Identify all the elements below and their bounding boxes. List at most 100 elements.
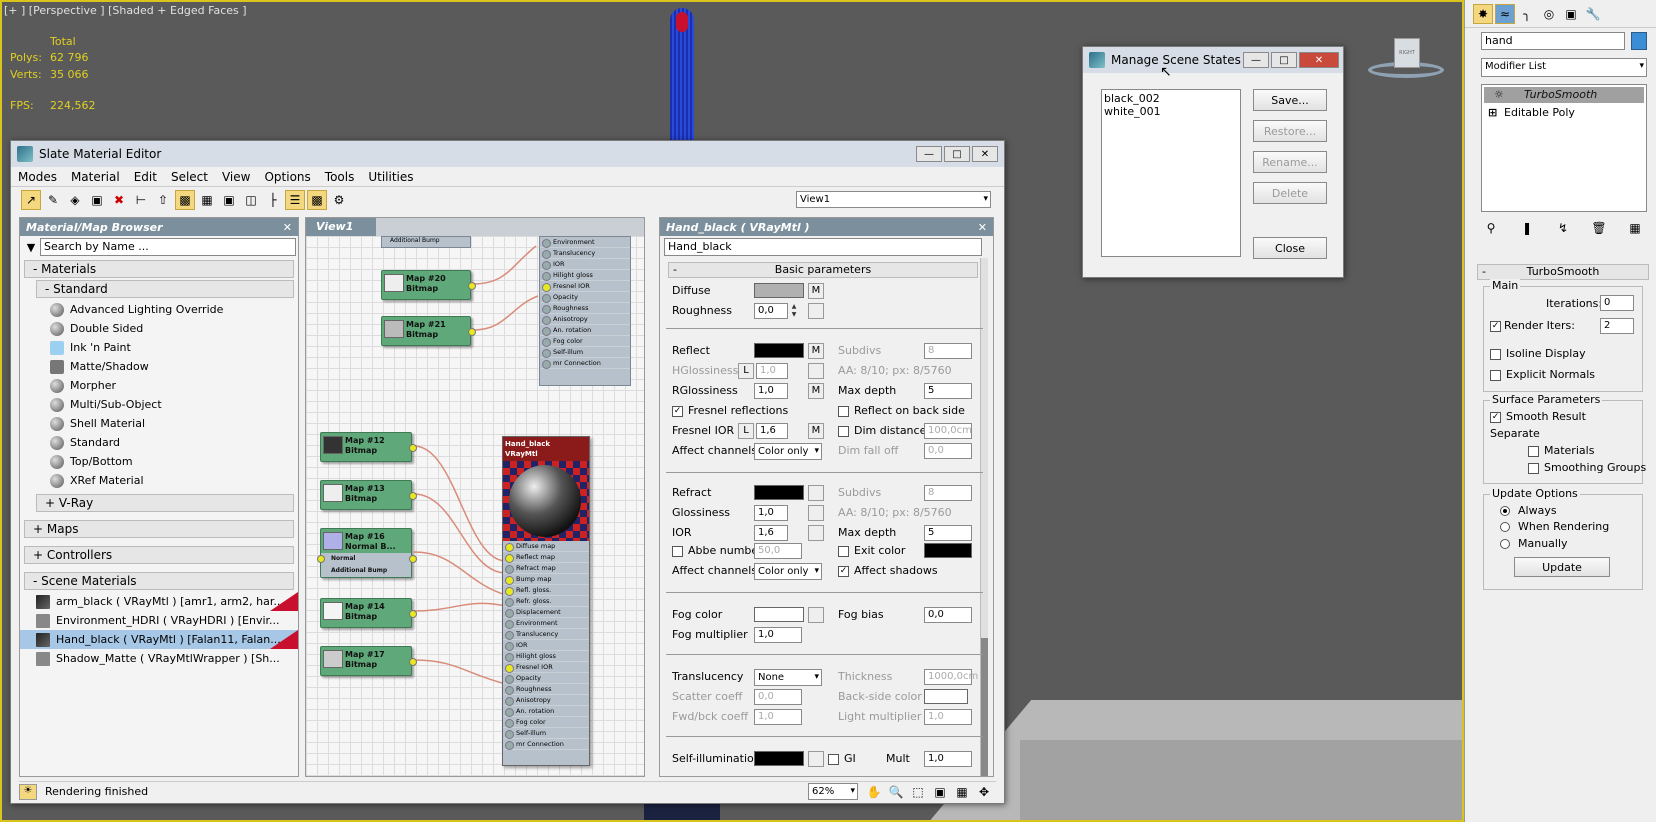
thickness-spinner[interactable]: 1000,0cm bbox=[924, 669, 978, 685]
show-map-icon[interactable]: ▩ bbox=[175, 190, 195, 210]
self-illumination-map-button[interactable] bbox=[808, 751, 824, 767]
diffuse-color-swatch[interactable] bbox=[754, 283, 804, 298]
menu-options[interactable]: Options bbox=[257, 170, 317, 184]
affect-shadows-checkbox[interactable]: ✓ bbox=[838, 566, 849, 577]
mult-spinner[interactable]: 1,0 bbox=[924, 751, 972, 767]
slot-normal[interactable]: Normal bbox=[331, 553, 411, 565]
node-input-slot[interactable]: mr Connection bbox=[540, 358, 630, 369]
rglossiness-spinner[interactable]: 1,0 bbox=[754, 383, 788, 399]
node-hand-black[interactable]: Hand_black VRayMtl Diffuse map Reflect ma… bbox=[502, 436, 590, 766]
utilities-tab-icon[interactable]: 🔧 bbox=[1583, 4, 1603, 24]
dim-distance-spinner[interactable]: 100,0cm bbox=[924, 423, 972, 439]
node-map-16[interactable]: Map #16 Normal B... Normal Additional Bum… bbox=[317, 528, 417, 578]
node-input-slot[interactable]: Fresnel IOR bbox=[540, 281, 630, 292]
hglossiness-spinner[interactable]: 1,0 bbox=[756, 363, 788, 379]
exit-color-swatch[interactable] bbox=[924, 543, 972, 558]
smoothing-groups-checkbox[interactable] bbox=[1528, 463, 1539, 474]
node-input-slot[interactable]: Fog color bbox=[503, 717, 589, 728]
node-input-slot[interactable]: Self-illum bbox=[503, 728, 589, 739]
node-map-12[interactable]: Map #12 Bitmap bbox=[320, 432, 417, 462]
node-input-slot[interactable]: Fog color bbox=[540, 336, 630, 347]
scene-state-item[interactable]: white_001 bbox=[1104, 105, 1238, 118]
roughness-spinner[interactable]: 0,0 bbox=[754, 303, 788, 319]
update-button[interactable]: Update bbox=[1514, 557, 1610, 577]
menu-edit[interactable]: Edit bbox=[127, 170, 164, 184]
material-type-item[interactable]: Shell Material bbox=[20, 414, 298, 433]
show-end-result-icon[interactable]: ❚ bbox=[1517, 218, 1537, 238]
minimize-button[interactable]: — bbox=[916, 146, 942, 162]
node-map-17[interactable]: Map #17 Bitmap bbox=[320, 646, 417, 676]
node-input-slot[interactable]: Opacity bbox=[540, 292, 630, 303]
modifier-stack-item[interactable]: ☼ TurboSmooth bbox=[1484, 87, 1644, 103]
put-to-scene-icon[interactable]: ◈ bbox=[65, 190, 85, 210]
render-iters-checkbox[interactable]: ✓ bbox=[1490, 321, 1501, 332]
assign-material-icon[interactable]: ▣ bbox=[87, 190, 107, 210]
pan-to-selected-icon[interactable]: ✥ bbox=[974, 782, 994, 802]
reflect-map-button[interactable]: M bbox=[808, 343, 824, 359]
node-input-slot[interactable]: An. rotation bbox=[503, 706, 589, 717]
configure-sets-icon[interactable]: ▦ bbox=[1625, 218, 1645, 238]
node-input-slot[interactable]: Hilight gloss bbox=[540, 270, 630, 281]
refract-color-swatch[interactable] bbox=[754, 485, 804, 500]
material-type-item[interactable]: Ink 'n Paint bbox=[20, 338, 298, 357]
reflect-color-swatch[interactable] bbox=[754, 343, 804, 358]
menu-tools[interactable]: Tools bbox=[318, 170, 362, 184]
node-input-slot[interactable]: Anisotropy bbox=[540, 314, 630, 325]
back-side-color-swatch[interactable] bbox=[924, 689, 968, 704]
maximize-button[interactable]: □ bbox=[1271, 52, 1297, 68]
diffuse-map-button[interactable]: M bbox=[808, 283, 824, 299]
ior-spinner[interactable]: 1,6 bbox=[754, 525, 788, 541]
light-multiplier-spinner[interactable]: 1,0 bbox=[924, 709, 972, 725]
menu-modes[interactable]: Modes bbox=[11, 170, 64, 184]
material-type-item[interactable]: Standard bbox=[20, 433, 298, 452]
hglossiness-lock-button[interactable]: L bbox=[738, 363, 754, 379]
group-materials[interactable]: - Materials bbox=[24, 260, 294, 278]
node-input-slot[interactable]: Bump map bbox=[503, 574, 589, 585]
hglossiness-map-button[interactable] bbox=[808, 363, 824, 379]
fog-bias-spinner[interactable]: 0,0 bbox=[924, 607, 972, 623]
motion-tab-icon[interactable]: ◎ bbox=[1539, 4, 1559, 24]
fresnel-ior-spinner[interactable]: 1,6 bbox=[756, 423, 788, 439]
manually-radio[interactable] bbox=[1500, 539, 1510, 549]
rename-button[interactable]: Rename... bbox=[1253, 151, 1327, 173]
node-input-slot[interactable]: IOR bbox=[540, 259, 630, 270]
material-name-input[interactable]: Hand_black bbox=[664, 238, 982, 256]
rollout-basic-parameters[interactable]: - Basic parameters bbox=[668, 262, 978, 278]
abbe-number-checkbox[interactable] bbox=[672, 546, 683, 557]
always-radio[interactable] bbox=[1500, 506, 1510, 516]
close-button[interactable]: ✕ bbox=[972, 146, 998, 162]
self-illumination-swatch[interactable] bbox=[754, 751, 804, 766]
roughness-map-button[interactable] bbox=[808, 303, 824, 319]
node-input-slot[interactable]: IOR bbox=[503, 640, 589, 651]
materials-checkbox[interactable] bbox=[1528, 446, 1539, 457]
fwd-bck-coeff-spinner[interactable]: 1,0 bbox=[754, 709, 802, 725]
menu-select[interactable]: Select bbox=[164, 170, 215, 184]
filter-dropdown-icon[interactable]: ▼ bbox=[22, 241, 40, 254]
zoom-extents-selected-icon[interactable]: ▦ bbox=[952, 782, 972, 802]
menu-utilities[interactable]: Utilities bbox=[361, 170, 420, 184]
reflect-back-side-checkbox[interactable] bbox=[838, 406, 849, 417]
node-input-slot[interactable]: Refl. gloss. bbox=[503, 585, 589, 596]
move-children-icon[interactable]: ⊢ bbox=[131, 190, 151, 210]
viewport-label[interactable]: [+ ] [Perspective ] [Shaded + Edged Face… bbox=[4, 4, 247, 17]
fog-color-swatch[interactable] bbox=[754, 607, 804, 622]
node-input-slot[interactable]: Self-illum bbox=[540, 347, 630, 358]
mss-titlebar[interactable]: Manage Scene States — □ ✕ bbox=[1083, 47, 1343, 73]
sme-titlebar[interactable]: Slate Material Editor — □ ✕ bbox=[11, 141, 1004, 167]
close-dialog-button[interactable]: Close bbox=[1253, 237, 1327, 259]
top-material-node-slots[interactable]: Environment Translucency IOR Hilight gloss F… bbox=[539, 236, 631, 386]
translucency-dropdown[interactable]: None bbox=[754, 669, 822, 686]
node-input-slot[interactable]: Environment bbox=[540, 237, 630, 248]
maximize-button[interactable]: □ bbox=[944, 146, 970, 162]
node-map-21[interactable]: Map #21 Bitmap bbox=[381, 316, 476, 346]
when-rendering-radio[interactable] bbox=[1500, 522, 1510, 532]
show-background-icon[interactable]: ▦ bbox=[197, 190, 217, 210]
node-map-20[interactable]: Map #20 Bitmap bbox=[381, 270, 476, 300]
rollout-turbosmooth[interactable]: - TurboSmooth bbox=[1477, 264, 1649, 280]
save-button[interactable]: Save... bbox=[1253, 89, 1327, 111]
create-tab-icon[interactable]: ✸ bbox=[1473, 3, 1493, 24]
material-type-item[interactable]: XRef Material bbox=[20, 471, 298, 490]
group-controllers[interactable]: + Controllers bbox=[24, 546, 294, 564]
close-button[interactable]: ✕ bbox=[1299, 52, 1339, 68]
refract-map-button[interactable] bbox=[808, 485, 824, 501]
